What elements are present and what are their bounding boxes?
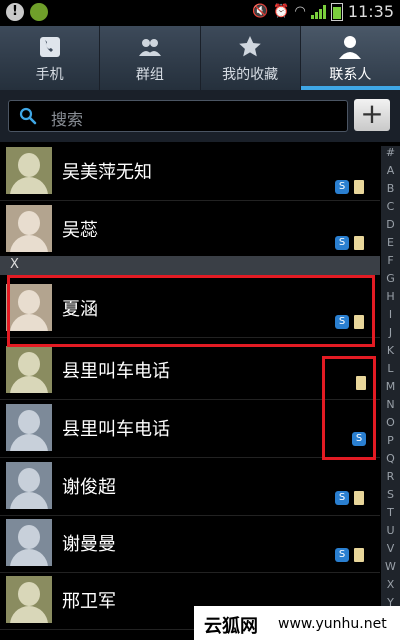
index-letter[interactable]: V: [381, 542, 400, 555]
index-letter[interactable]: L: [381, 362, 400, 375]
avatar: [6, 147, 52, 194]
index-letter[interactable]: D: [381, 218, 400, 231]
search-row: 搜索 +: [0, 90, 400, 142]
index-letter[interactable]: E: [381, 236, 400, 249]
section-header: X: [0, 256, 380, 275]
group-icon: [138, 39, 161, 56]
warning-icon: !: [6, 3, 24, 21]
contact-name: 谢俊超: [62, 477, 116, 498]
search-input[interactable]: 搜索: [8, 100, 348, 132]
contact-name: 吴美萍无知: [62, 162, 152, 183]
samsung-account-icon: S: [335, 548, 349, 562]
index-letter[interactable]: A: [381, 164, 400, 177]
wifi-icon: ◠: [294, 4, 306, 19]
avatar: [6, 404, 52, 451]
index-letter[interactable]: M: [381, 380, 400, 393]
android-icon: [30, 3, 48, 21]
index-letter[interactable]: N: [381, 398, 400, 411]
index-letter[interactable]: Q: [381, 452, 400, 465]
tab-favorites[interactable]: 我的收藏: [201, 26, 301, 90]
tab-contacts[interactable]: 联系人: [300, 26, 400, 90]
index-letter[interactable]: U: [381, 524, 400, 537]
contact-row[interactable]: 吴蕊 S: [0, 201, 380, 259]
sim-card-icon: [354, 180, 364, 194]
watermark-brand: 云狐网: [204, 616, 258, 637]
index-letter[interactable]: W: [381, 560, 400, 573]
index-letter[interactable]: O: [381, 416, 400, 429]
index-letter[interactable]: X: [381, 578, 400, 591]
index-letter[interactable]: B: [381, 182, 400, 195]
watermark-url: www.yunhu.net: [278, 616, 387, 632]
contact-row[interactable]: 谢曼曼 S: [0, 515, 380, 573]
tab-bar: 手机 群组 我的收藏 联系人: [0, 26, 400, 90]
highlight-box: [7, 275, 375, 347]
search-icon: [19, 107, 37, 125]
avatar: [6, 346, 52, 393]
index-letter[interactable]: S: [381, 488, 400, 501]
contact-name: 邢卫军: [62, 591, 116, 612]
alphabet-index[interactable]: # A B C D E F G H I J K L M N O P Q R S …: [381, 146, 400, 640]
alarm-icon: ⏰: [273, 4, 290, 19]
contact-name: 吴蕊: [62, 220, 98, 241]
highlight-box: [322, 356, 376, 460]
sim-card-icon: [354, 548, 364, 562]
sim-card-icon: [354, 491, 364, 505]
tab-label: 手机: [35, 67, 64, 83]
watermark: 云狐网 www.yunhu.net: [194, 606, 400, 640]
samsung-account-icon: S: [335, 236, 349, 250]
tab-phone[interactable]: 手机: [0, 26, 101, 90]
contact-name: 谢曼曼: [62, 534, 116, 555]
tab-label: 我的收藏: [222, 67, 279, 83]
signal-icon: [310, 4, 326, 19]
index-letter[interactable]: J: [381, 326, 400, 339]
index-letter[interactable]: T: [381, 506, 400, 519]
avatar: [6, 462, 52, 509]
phone-icon: [39, 37, 60, 57]
contact-row[interactable]: 谢俊超 S: [0, 458, 380, 516]
index-letter[interactable]: I: [381, 308, 400, 321]
samsung-account-icon: S: [335, 491, 349, 505]
avatar: [6, 519, 52, 566]
index-letter[interactable]: P: [381, 434, 400, 447]
index-letter[interactable]: #: [381, 146, 400, 159]
battery-icon: [330, 2, 343, 21]
section-letter: X: [10, 257, 19, 272]
index-letter[interactable]: C: [381, 200, 400, 213]
tab-label: 群组: [135, 67, 164, 83]
status-time: 11:35: [347, 2, 394, 21]
add-contact-button[interactable]: +: [354, 99, 390, 131]
star-icon: [239, 36, 261, 57]
contact-name: 县里叫车电话: [62, 361, 170, 382]
avatar: [6, 205, 52, 252]
tab-groups[interactable]: 群组: [100, 26, 201, 90]
index-letter[interactable]: H: [381, 290, 400, 303]
search-placeholder: 搜索: [51, 110, 84, 129]
status-bar: ! 🔇 ⏰ ◠ 11:35: [0, 0, 400, 26]
contact-row[interactable]: 吴美萍无知 S: [0, 143, 380, 201]
index-letter[interactable]: K: [381, 344, 400, 357]
index-letter[interactable]: F: [381, 254, 400, 267]
avatar: [6, 576, 52, 623]
sim-card-icon: [354, 236, 364, 250]
samsung-account-icon: S: [335, 180, 349, 194]
index-letter[interactable]: G: [381, 272, 400, 285]
mute-icon: 🔇: [252, 4, 269, 19]
index-letter[interactable]: R: [381, 470, 400, 483]
tab-label: 联系人: [329, 67, 372, 83]
contact-icon: [339, 36, 362, 59]
contact-name: 县里叫车电话: [62, 419, 170, 440]
